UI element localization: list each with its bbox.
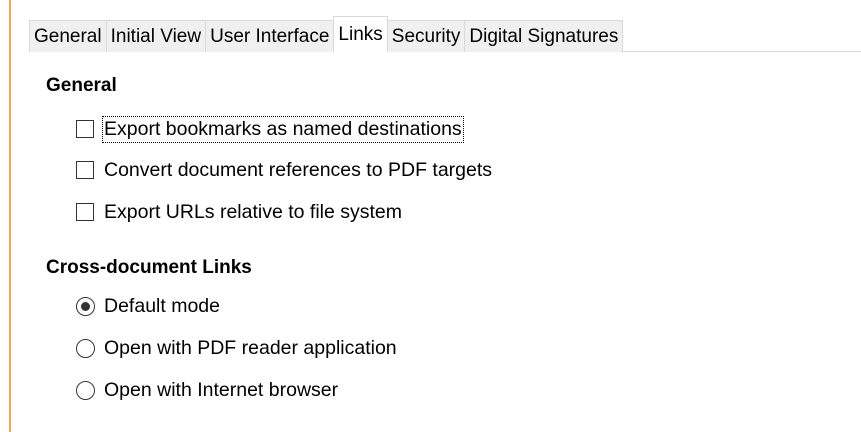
pdf-options-links-page: General Initial View User Interface Link… — [0, 0, 861, 432]
open-pdf-reader-label[interactable]: Open with PDF reader application — [104, 337, 397, 360]
export-urls-relative-option[interactable]: Export URLs relative to file system — [76, 199, 402, 225]
tab-user-interface[interactable]: User Interface — [205, 20, 335, 52]
tab-bar: General Initial View User Interface Link… — [29, 16, 624, 52]
convert-references-label[interactable]: Convert document references to PDF targe… — [104, 159, 492, 182]
export-urls-relative-checkbox[interactable] — [76, 203, 94, 221]
convert-references-option[interactable]: Convert document references to PDF targe… — [76, 157, 492, 183]
default-mode-option[interactable]: Default mode — [76, 293, 220, 319]
general-section-title: General — [46, 75, 117, 96]
export-urls-relative-label[interactable]: Export URLs relative to file system — [104, 201, 402, 224]
tab-digital-signatures[interactable]: Digital Signatures — [464, 20, 624, 52]
default-mode-label[interactable]: Default mode — [104, 295, 220, 318]
open-internet-browser-label[interactable]: Open with Internet browser — [104, 379, 338, 402]
open-internet-browser-option[interactable]: Open with Internet browser — [76, 377, 338, 403]
cross-document-links-title: Cross-document Links — [46, 257, 252, 278]
left-accent-bar — [0, 0, 13, 432]
tab-initial-view[interactable]: Initial View — [105, 20, 207, 52]
default-mode-radio[interactable] — [76, 296, 95, 316]
open-internet-browser-radio[interactable] — [76, 380, 95, 400]
export-bookmarks-checkbox[interactable] — [76, 120, 94, 138]
export-bookmarks-option[interactable]: Export bookmarks as named destinations — [76, 115, 464, 143]
export-bookmarks-label[interactable]: Export bookmarks as named destinations — [102, 115, 464, 143]
tab-general[interactable]: General — [29, 20, 107, 52]
tab-security[interactable]: Security — [386, 20, 466, 52]
convert-references-checkbox[interactable] — [76, 161, 94, 179]
open-pdf-reader-option[interactable]: Open with PDF reader application — [76, 335, 397, 361]
tab-links[interactable]: Links — [333, 16, 388, 52]
open-pdf-reader-radio[interactable] — [76, 338, 95, 358]
